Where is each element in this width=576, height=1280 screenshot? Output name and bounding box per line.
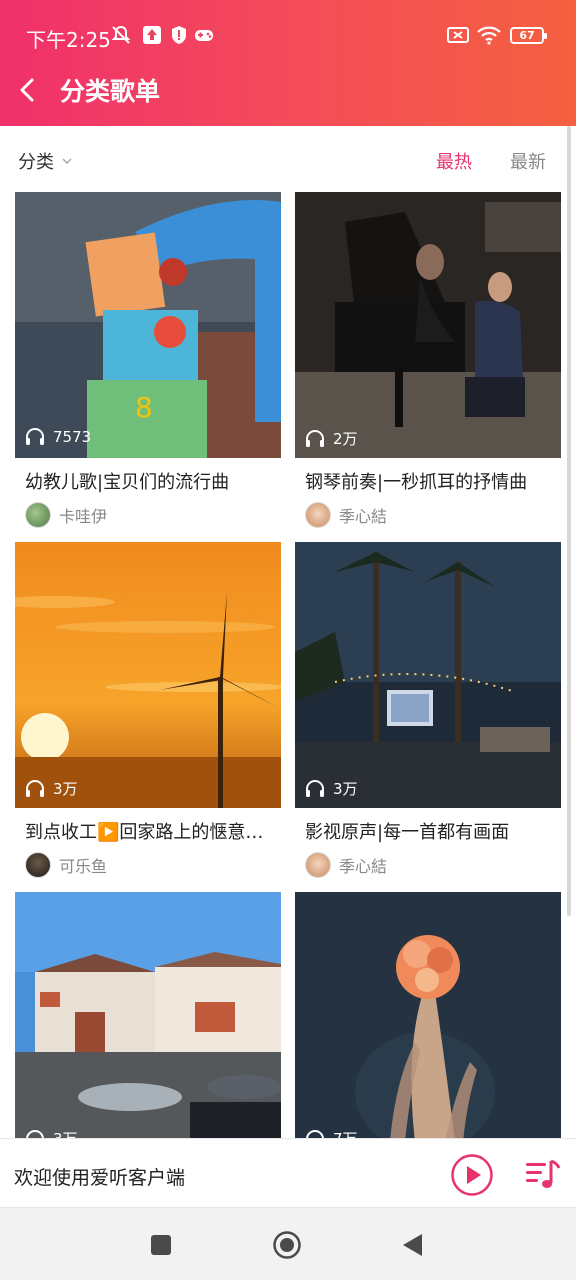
headphones-icon	[306, 779, 324, 797]
nav-home-icon[interactable]	[272, 1230, 302, 1260]
playlist-author[interactable]: 卡哇伊	[25, 502, 107, 528]
playlist-cover[interactable]: 3万	[295, 542, 561, 808]
sim-off-icon	[447, 27, 469, 43]
player-text: 欢迎使用爱听客户端	[14, 1167, 186, 1189]
avatar	[305, 502, 331, 528]
sort-hot-tab[interactable]: 最热	[436, 148, 472, 174]
play-circle-icon[interactable]	[450, 1153, 494, 1197]
play-count: 3万	[25, 1128, 78, 1138]
page-title: 分类歌单	[60, 77, 161, 106]
playlist-title[interactable]: 到点收工▶️回家路上的惬意时光	[25, 818, 275, 844]
chevron-down-icon	[62, 158, 72, 165]
headphones-icon	[26, 779, 44, 797]
playlist-icon[interactable]	[524, 1157, 562, 1193]
playlist-card[interactable]: 2万 钢琴前奏|一秒抓耳的抒情曲 季心結	[295, 192, 561, 532]
playlist-card[interactable]: 8 7573 幼教儿歌|宝贝们的流行曲 卡哇伊	[15, 192, 281, 532]
playlist-card[interactable]: 3万 影视原声|每一首都有画面 季心結	[295, 542, 561, 882]
status-bar: 下午2:25 67	[0, 0, 576, 52]
playlist-title[interactable]: 钢琴前奏|一秒抓耳的抒情曲	[305, 468, 555, 494]
top-bar: 下午2:25 67 分类歌单	[0, 0, 576, 126]
svg-text:8: 8	[135, 391, 153, 424]
playlist-author[interactable]: 季心結	[305, 502, 387, 528]
avatar	[305, 852, 331, 878]
author-name: 季心結	[339, 507, 388, 526]
upload-icon	[143, 26, 161, 44]
sort-new-tab[interactable]: 最新	[510, 148, 546, 174]
author-name: 卡哇伊	[59, 507, 108, 526]
play-count: 3万	[25, 778, 78, 799]
playlist-cover[interactable]: 2万	[295, 192, 561, 458]
play-count-value: 3万	[333, 780, 358, 798]
play-count-value: 7万	[333, 1128, 358, 1138]
play-count: 7573	[25, 428, 91, 446]
playlist-cover[interactable]: 7万	[295, 892, 561, 1138]
playlist-card[interactable]: 3万 到点收工▶️回家路上的惬意时光 可乐鱼	[15, 542, 281, 882]
playlist-author[interactable]: 可乐鱼	[25, 852, 107, 878]
play-count: 2万	[305, 428, 358, 449]
avatar	[25, 502, 51, 528]
playlist-card[interactable]: 3万	[15, 892, 281, 1138]
nav-square-icon[interactable]	[146, 1230, 176, 1260]
headphones-icon	[26, 428, 44, 445]
category-dropdown[interactable]: 分类	[18, 148, 72, 174]
mute-bell-icon	[111, 25, 131, 44]
headphones-icon	[306, 1129, 324, 1138]
playlist-cover[interactable]: 3万	[15, 542, 281, 808]
play-count: 7万	[305, 1128, 358, 1138]
headphones-icon	[306, 429, 324, 447]
gamepad-icon	[195, 30, 213, 41]
play-count: 3万	[305, 778, 358, 799]
system-nav-bar	[0, 1208, 576, 1280]
headphones-icon	[26, 1129, 44, 1138]
filter-bar: 分类 最热 最新	[0, 126, 576, 192]
back-arrow-icon[interactable]	[10, 70, 50, 110]
playlist-cover[interactable]: 3万	[15, 892, 281, 1138]
category-label: 分类	[18, 152, 54, 173]
play-count-value: 3万	[53, 780, 78, 798]
scrollbar[interactable]	[567, 126, 571, 916]
playlist-title[interactable]: 幼教儿歌|宝贝们的流行曲	[25, 468, 275, 494]
battery-icon: 67	[510, 27, 547, 44]
playlist-title[interactable]: 影视原声|每一首都有画面	[305, 818, 555, 844]
battery-level: 67	[519, 29, 535, 42]
author-name: 季心結	[339, 857, 388, 876]
playlist-cover[interactable]: 8 7573	[15, 192, 281, 458]
play-count-value: 3万	[53, 1128, 78, 1138]
nav-back-icon[interactable]	[398, 1230, 428, 1260]
wifi-icon	[477, 26, 501, 45]
playlist-card[interactable]: 7万	[295, 892, 561, 1138]
title-bar: 分类歌单	[0, 52, 576, 126]
playlist-author[interactable]: 季心結	[305, 852, 387, 878]
play-count-value: 7573	[53, 428, 92, 446]
status-time: 下午2:25	[26, 28, 111, 52]
author-name: 可乐鱼	[59, 857, 108, 876]
play-count-value: 2万	[333, 430, 358, 448]
shield-icon	[172, 26, 186, 44]
mini-player[interactable]: 欢迎使用爱听客户端	[0, 1138, 576, 1208]
avatar	[25, 852, 51, 878]
